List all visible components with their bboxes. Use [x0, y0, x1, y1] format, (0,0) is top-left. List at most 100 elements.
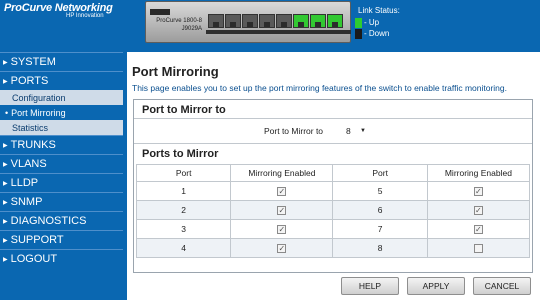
sidebar-item-support[interactable]: ▶ SUPPORT — [0, 230, 123, 249]
column-header: Mirroring Enabled — [426, 164, 531, 182]
port-led-icon — [225, 14, 241, 28]
link-status-title: Link Status: — [358, 6, 400, 15]
triangle-right-icon: ▶ — [3, 256, 8, 263]
mirroring-enabled-checkbox[interactable]: ✓ — [473, 187, 483, 197]
page-title: Port Mirroring — [132, 64, 219, 79]
switch-model: ProCurve 1800-8 — [156, 18, 202, 24]
port-led-icon — [259, 14, 275, 28]
port-cell: 1 — [135, 181, 232, 201]
port-indicators — [208, 14, 343, 28]
table-row: 3 ✓ 7 ✓ — [135, 219, 531, 239]
mirroring-enabled-checkbox[interactable]: ✓ — [473, 206, 483, 216]
triangle-right-icon: ▶ — [3, 199, 8, 206]
mirror-to-row: Port to Mirror to 8 ▼ — [134, 119, 532, 144]
mirroring-enabled-checkbox[interactable]: ✓ — [277, 206, 287, 216]
help-button[interactable]: HELP — [341, 277, 399, 295]
mirroring-enabled-checkbox[interactable] — [473, 244, 483, 254]
main-content: Port Mirroring This page enables you to … — [123, 52, 540, 300]
mirroring-enabled-checkbox[interactable]: ✓ — [277, 225, 287, 235]
port-led-icon — [208, 14, 224, 28]
link-status-legend: Link Status: - Up - Down — [355, 6, 400, 39]
enabled-cell: ✓ — [426, 181, 531, 201]
sidebar-item-label: DIAGNOSTICS — [10, 215, 87, 227]
mirror-to-value: 8 — [346, 125, 351, 136]
sidebar-item-label: TRUNKS — [10, 139, 56, 151]
port-cell: 7 — [332, 219, 428, 239]
enabled-cell: ✓ — [230, 238, 334, 258]
bullet-icon: • — [5, 107, 9, 118]
port-cell: 8 — [332, 238, 428, 258]
table-row: 4 ✓ 8 — [135, 238, 531, 258]
sidebar-item-label: SUPPORT — [10, 234, 64, 246]
port-shelf — [206, 30, 351, 34]
sidebar-item-trunks[interactable]: ▶ TRUNKS — [0, 135, 123, 154]
sidebar-item-label: PORTS — [10, 75, 49, 87]
sidebar-subitem-port-mirroring[interactable]: • Port Mirroring — [0, 105, 123, 120]
sidebar-item-snmp[interactable]: ▶ SNMP — [0, 192, 123, 211]
column-header: Port — [332, 164, 428, 182]
enabled-cell: ✓ — [426, 200, 531, 220]
sidebar-item-diagnostics[interactable]: ▶ DIAGNOSTICS — [0, 211, 123, 230]
sidebar-item-logout[interactable]: ▶ LOGOUT — [0, 249, 123, 268]
port-cell: 5 — [332, 181, 428, 201]
port-led-icon — [293, 14, 309, 28]
legend-up: - Up — [355, 17, 400, 28]
mirror-to-label: Port to Mirror to — [264, 126, 324, 136]
port-led-icon — [310, 14, 326, 28]
mirror-to-select[interactable]: 8 ▼ — [344, 124, 368, 137]
legend-up-label: - Up — [364, 18, 380, 27]
sidebar-subitem-label: Configuration — [12, 92, 66, 103]
up-swatch-icon — [355, 17, 362, 28]
legend-down: - Down — [355, 28, 400, 39]
switch-model-label: ProCurve 1800-8 J9029A — [150, 17, 202, 33]
column-header: Mirroring Enabled — [230, 164, 334, 182]
sidebar-item-label: VLANS — [10, 158, 47, 170]
port-cell: 6 — [332, 200, 428, 220]
sidebar-item-system[interactable]: ▶ SYSTEM — [0, 52, 123, 71]
sidebar-item-label: SNMP — [10, 196, 43, 208]
port-led-icon — [242, 14, 258, 28]
chevron-down-icon: ▼ — [360, 127, 366, 134]
triangle-right-icon: ▶ — [3, 161, 8, 168]
sidebar-nav: ▶ SYSTEM ▶ PORTS Configuration • Port Mi… — [0, 52, 123, 300]
sidebar-item-label: LLDP — [10, 177, 39, 189]
switch-logo-plate — [150, 9, 170, 15]
cancel-button[interactable]: CANCEL — [473, 277, 531, 295]
enabled-cell: ✓ — [426, 219, 531, 239]
port-cell: 2 — [135, 200, 232, 220]
page-description: This page enables you to set up the port… — [132, 83, 507, 93]
sidebar-item-vlans[interactable]: ▶ VLANS — [0, 154, 123, 173]
port-led-icon — [327, 14, 343, 28]
ports-table: Port Mirroring Enabled Port Mirroring En… — [135, 164, 531, 258]
legend-down-label: - Down — [364, 29, 390, 38]
mirroring-enabled-checkbox[interactable]: ✓ — [473, 225, 483, 235]
triangle-right-icon: ▶ — [3, 237, 8, 244]
brand-logo: ProCurve Networking HP Innovation — [4, 2, 113, 19]
enabled-cell: ✓ — [230, 219, 334, 239]
triangle-right-icon: ▶ — [3, 218, 8, 225]
mirroring-enabled-checkbox[interactable]: ✓ — [277, 187, 287, 197]
sidebar-subitem-configuration[interactable]: Configuration — [0, 90, 123, 105]
table-row: 1 ✓ 5 ✓ — [135, 181, 531, 201]
button-bar: HELP APPLY CANCEL — [341, 277, 531, 295]
section-title-ports-to-mirror: Ports to Mirror — [142, 148, 219, 160]
apply-button[interactable]: APPLY — [407, 277, 465, 295]
mirroring-enabled-checkbox[interactable]: ✓ — [277, 244, 287, 254]
table-header-row: Port Mirroring Enabled Port Mirroring En… — [135, 164, 531, 182]
port-cell: 3 — [135, 219, 232, 239]
enabled-cell: ✓ — [230, 200, 334, 220]
enabled-cell: ✓ — [230, 181, 334, 201]
column-header: Port — [135, 164, 232, 182]
sidebar-subitem-statistics[interactable]: Statistics — [0, 120, 123, 135]
sidebar-item-ports[interactable]: ▶ PORTS — [0, 71, 123, 90]
port-mirroring-panel: Port to Mirror to Port to Mirror to 8 ▼ … — [133, 99, 533, 273]
sidebar-subitem-label: Statistics — [12, 122, 49, 133]
switch-part-number: J9029A — [181, 26, 202, 32]
down-swatch-icon — [355, 28, 362, 39]
triangle-right-icon: ▶ — [3, 59, 8, 66]
sidebar-item-label: LOGOUT — [10, 253, 58, 265]
port-cell: 4 — [135, 238, 232, 258]
switch-front-panel: ProCurve 1800-8 J9029A — [145, 1, 351, 43]
enabled-cell — [426, 238, 531, 258]
sidebar-item-lldp[interactable]: ▶ LLDP — [0, 173, 123, 192]
